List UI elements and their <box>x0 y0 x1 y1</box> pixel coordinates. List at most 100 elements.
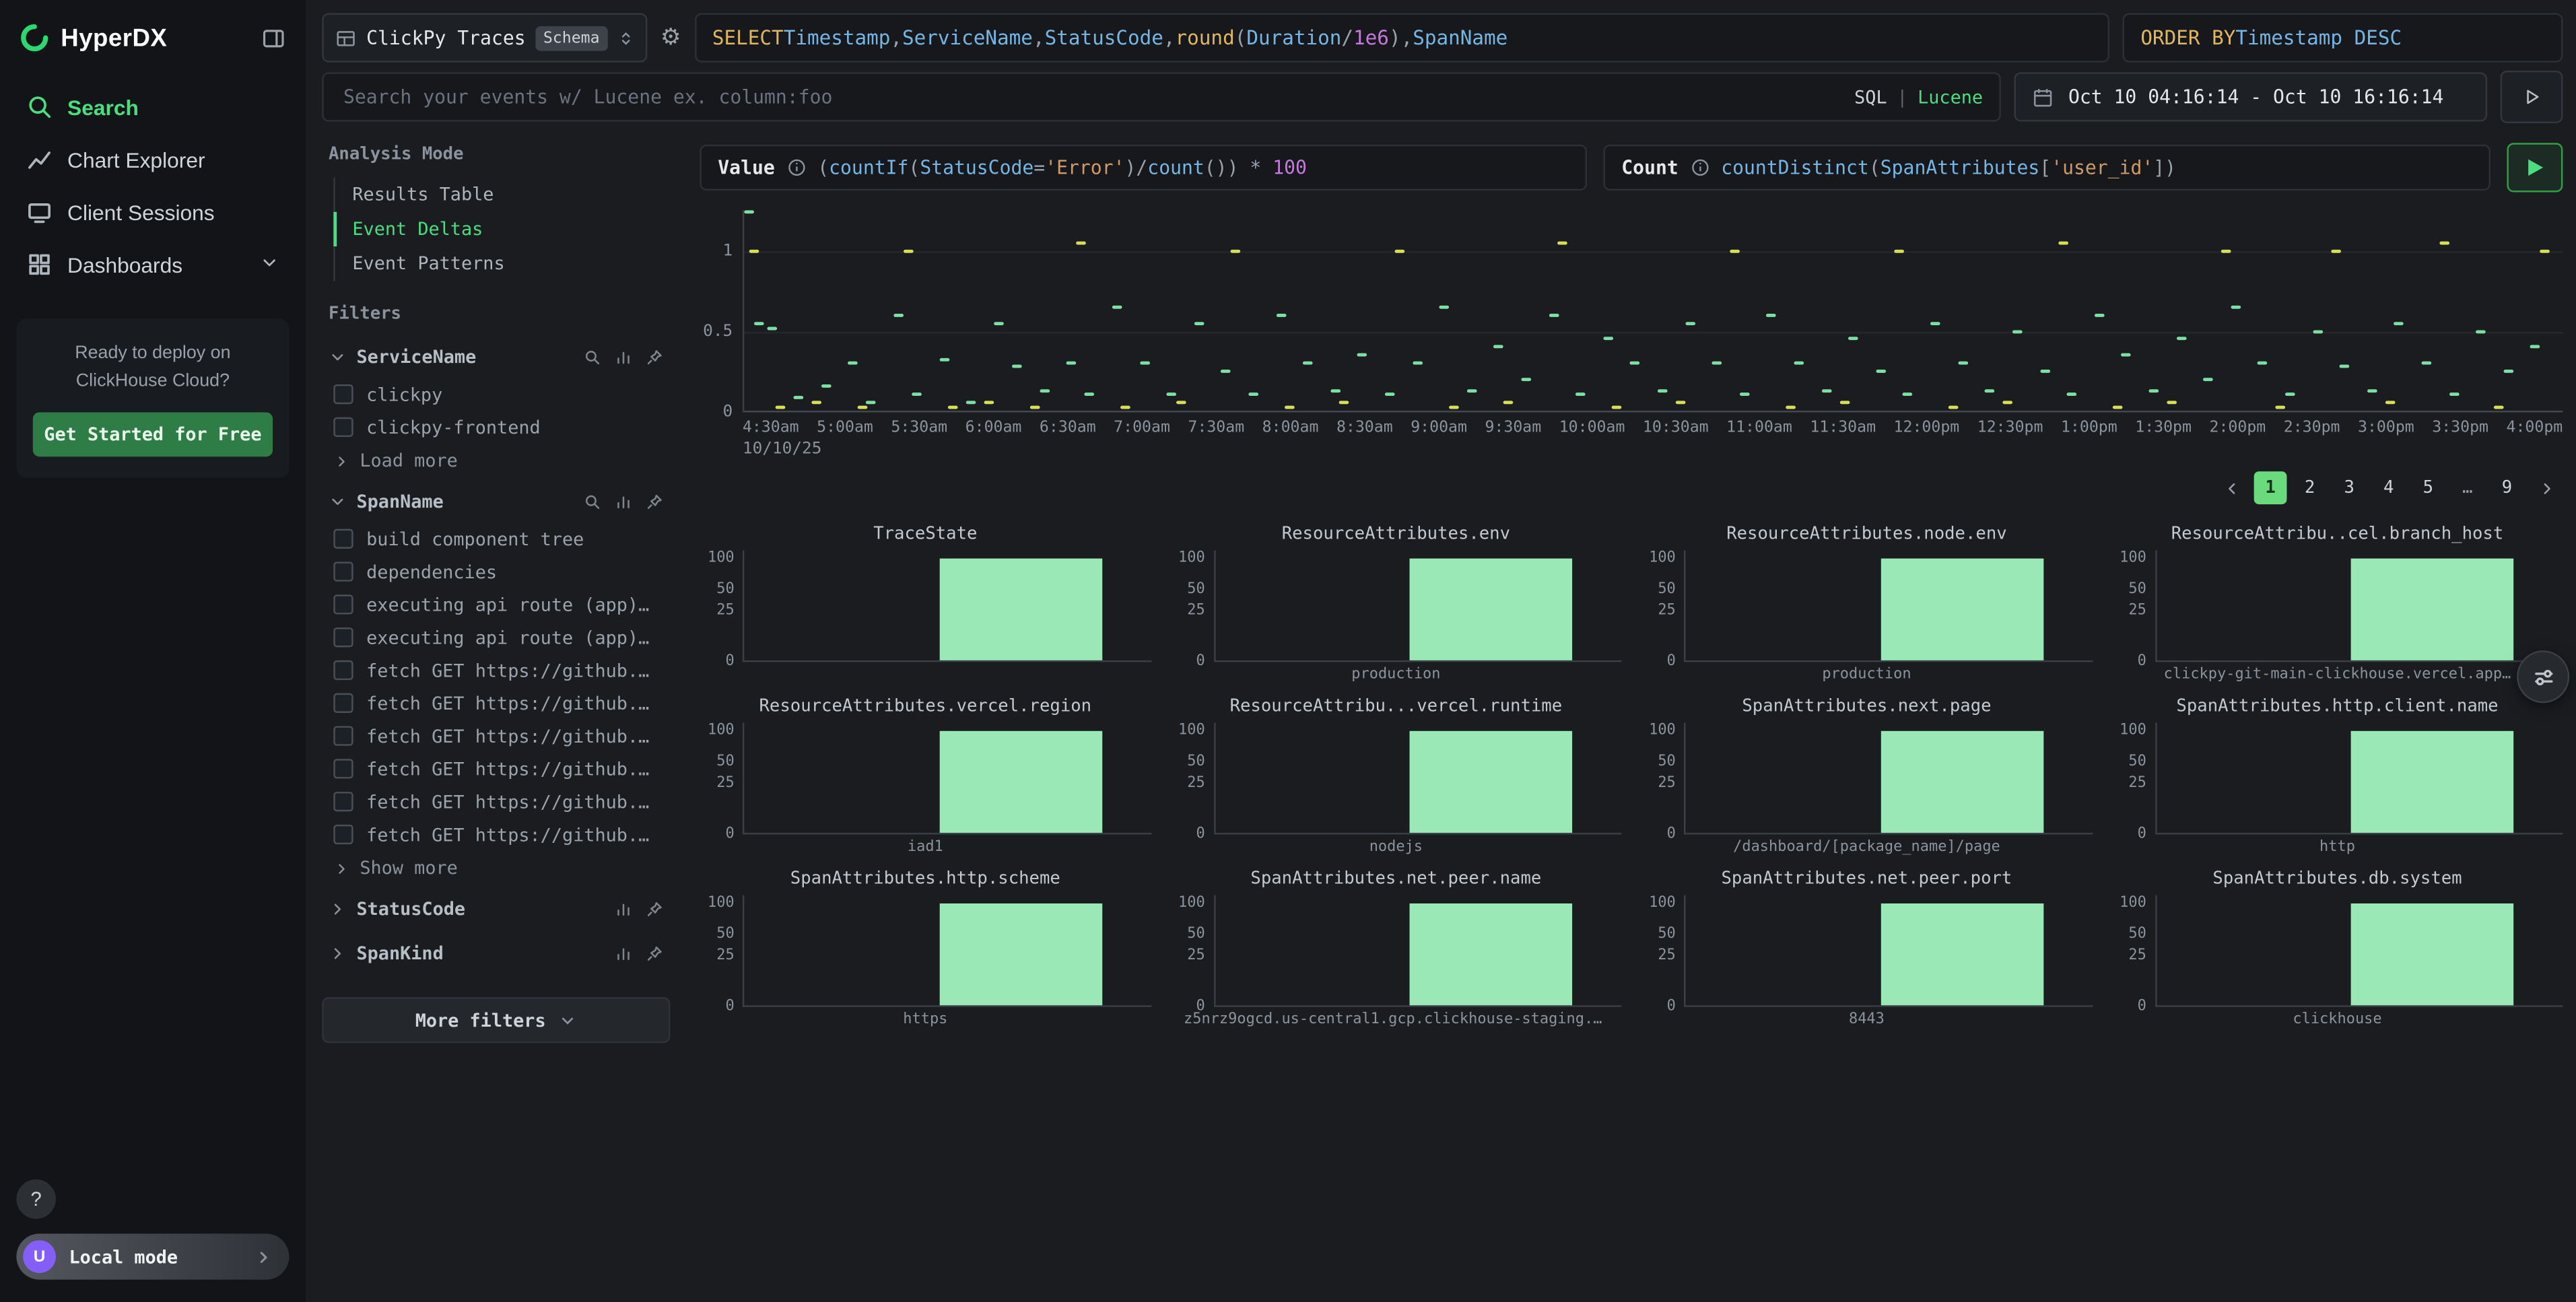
timeline-chart[interactable] <box>743 210 2563 412</box>
pagination-next[interactable] <box>2530 471 2563 504</box>
mode-sql[interactable]: SQL <box>1854 86 1887 108</box>
filter-value-row[interactable]: fetch GET https://github.… <box>322 720 670 753</box>
more-filters-button[interactable]: More filters <box>322 997 670 1043</box>
sidebar-item-dashboards[interactable]: Dashboards <box>16 240 289 289</box>
histogram-bar[interactable] <box>1410 732 1573 833</box>
sidebar-item-search[interactable]: Search <box>16 82 289 131</box>
filter-value-row[interactable]: clickpy-frontend <box>322 411 670 444</box>
sidebar-item-chart-explorer[interactable]: Chart Explorer <box>16 135 289 184</box>
checkbox[interactable] <box>333 529 353 549</box>
checkbox[interactable] <box>333 660 353 680</box>
chart-icon[interactable] <box>615 348 633 366</box>
pagination-prev[interactable] <box>2214 471 2247 504</box>
histogram-chart[interactable] <box>2155 550 2563 662</box>
source-select[interactable]: ClickPy Traces Schema <box>322 13 647 63</box>
histogram-bar[interactable] <box>2351 559 2514 660</box>
histogram-chart[interactable] <box>1684 723 2092 835</box>
histogram-chart[interactable] <box>1213 550 1621 662</box>
date-range-picker[interactable]: Oct 10 04:16:14 - Oct 10 16:16:14 <box>2014 72 2487 121</box>
histogram-chart[interactable] <box>1213 723 1621 835</box>
pin-icon[interactable] <box>646 945 664 963</box>
sidebar-item-client-sessions[interactable]: Client Sessions <box>16 187 289 236</box>
analysis-mode-results-table[interactable]: Results Table <box>333 178 670 212</box>
checkbox[interactable] <box>333 594 353 614</box>
local-mode-button[interactable]: U Local mode <box>16 1233 289 1279</box>
order-by-display[interactable]: ORDER BY Timestamp DESC <box>2122 13 2563 63</box>
histogram-chart[interactable] <box>1684 550 2092 662</box>
histogram-bar[interactable] <box>1410 904 1573 1005</box>
mode-lucene[interactable]: Lucene <box>1918 86 1983 108</box>
histogram-bar[interactable] <box>939 904 1102 1005</box>
checkbox[interactable] <box>333 384 353 404</box>
pagination-page-5[interactable]: 5 <box>2412 471 2445 504</box>
filter-value-row[interactable]: fetch GET https://github.… <box>322 785 670 818</box>
histogram-bar[interactable] <box>1880 904 2043 1005</box>
sql-select-display[interactable]: SELECT Timestamp, ServiceName, StatusCod… <box>694 13 2109 63</box>
checkbox[interactable] <box>333 693 353 713</box>
pagination-page-9[interactable]: 9 <box>2490 471 2523 504</box>
histogram-chart[interactable] <box>743 550 1151 662</box>
histogram-bar[interactable] <box>1880 732 2043 833</box>
search-icon[interactable] <box>583 348 601 366</box>
filter-value-row[interactable]: fetch GET https://github.… <box>322 753 670 786</box>
search-input[interactable] <box>340 83 1844 110</box>
search-icon[interactable] <box>583 493 601 511</box>
pagination-page-2[interactable]: 2 <box>2293 471 2326 504</box>
checkbox[interactable] <box>333 417 353 437</box>
run-search-button[interactable] <box>2501 71 2563 123</box>
settings-gear-icon[interactable]: ⚙ <box>660 25 681 51</box>
pin-icon[interactable] <box>646 493 664 511</box>
get-started-button[interactable]: Get Started for Free <box>33 412 273 456</box>
checkbox[interactable] <box>333 561 353 581</box>
pagination-page-4[interactable]: 4 <box>2372 471 2405 504</box>
filter-value-row[interactable]: clickpy <box>322 378 670 411</box>
chart-icon[interactable] <box>615 493 633 511</box>
analysis-mode-event-patterns[interactable]: Event Patterns <box>333 246 670 281</box>
filter-group-header-spanname[interactable]: SpanName <box>322 481 670 522</box>
checkbox[interactable] <box>333 792 353 811</box>
histogram-bar[interactable] <box>2351 904 2514 1005</box>
histogram-chart[interactable] <box>1213 895 1621 1007</box>
checkbox[interactable] <box>333 726 353 745</box>
timeline-chart-wrap: 10.50 <box>700 210 2563 412</box>
analysis-mode-event-deltas[interactable]: Event Deltas <box>333 212 670 246</box>
filter-value-row[interactable]: fetch GET https://github.… <box>322 818 670 851</box>
filter-value-row[interactable]: fetch GET https://github.… <box>322 687 670 720</box>
filter-value-row[interactable]: build component tree <box>322 522 670 555</box>
histogram-chart[interactable] <box>2155 723 2563 835</box>
pagination-page-1[interactable]: 1 <box>2254 471 2287 504</box>
histogram-chart[interactable] <box>2155 895 2563 1007</box>
count-expression-input[interactable]: Count countDistinct(SpanAttributes['user… <box>1603 145 2490 191</box>
schema-badge[interactable]: Schema <box>535 26 608 50</box>
histogram-bar[interactable] <box>939 559 1102 660</box>
filter-group-header-spankind[interactable]: SpanKind <box>322 933 670 974</box>
collapse-sidebar-icon[interactable] <box>261 26 286 50</box>
histogram-bar[interactable] <box>1880 559 2043 660</box>
filter-value-row[interactable]: fetch GET https://github.… <box>322 654 670 687</box>
checkbox[interactable] <box>333 627 353 647</box>
value-expression-input[interactable]: Value (countIf(StatusCode='Error')/count… <box>700 145 1587 191</box>
show-more-link[interactable]: Show more <box>322 851 670 885</box>
help-button[interactable]: ? <box>16 1179 56 1219</box>
checkbox[interactable] <box>333 825 353 844</box>
pin-icon[interactable] <box>646 900 664 918</box>
filter-value-row[interactable]: dependencies <box>322 555 670 588</box>
histogram-chart[interactable] <box>1684 895 2092 1007</box>
filter-group-header-statuscode[interactable]: StatusCode <box>322 889 670 930</box>
floating-filter-button[interactable] <box>2517 650 2569 703</box>
histogram-bar[interactable] <box>2351 732 2514 833</box>
load-more-link[interactable]: Load more <box>322 444 670 478</box>
filter-value-row[interactable]: executing api route (app)… <box>322 621 670 654</box>
histogram-bar[interactable] <box>1410 559 1573 660</box>
histogram-chart[interactable] <box>743 895 1151 1007</box>
chart-icon[interactable] <box>615 945 633 963</box>
histogram-chart[interactable] <box>743 723 1151 835</box>
chart-icon[interactable] <box>615 900 633 918</box>
pagination-page-3[interactable]: 3 <box>2333 471 2366 504</box>
filter-value-row[interactable]: executing api route (app)… <box>322 588 670 621</box>
checkbox[interactable] <box>333 759 353 778</box>
run-query-button[interactable] <box>2507 143 2563 192</box>
filter-group-header-servicename[interactable]: ServiceName <box>322 337 670 378</box>
histogram-bar[interactable] <box>939 732 1102 833</box>
pin-icon[interactable] <box>646 348 664 366</box>
